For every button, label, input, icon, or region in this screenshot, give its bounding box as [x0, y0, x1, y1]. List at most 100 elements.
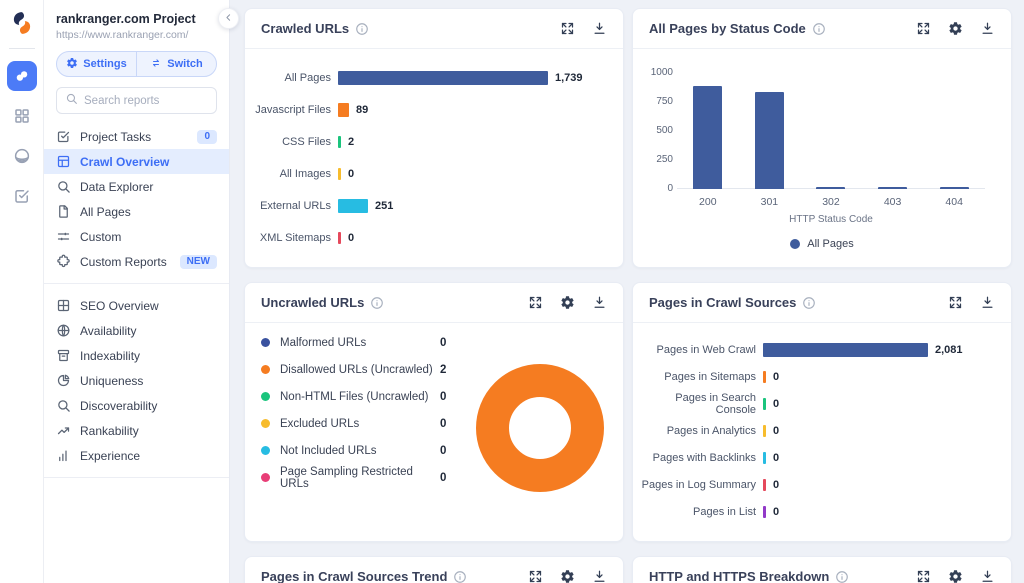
- bar-value: 0: [773, 506, 779, 518]
- bar-label: Pages with Backlinks: [633, 452, 756, 464]
- download-button[interactable]: [980, 569, 995, 583]
- column-bar: [693, 86, 722, 189]
- gear-button[interactable]: [948, 21, 963, 36]
- info-icon[interactable]: [802, 296, 816, 310]
- sidebar-item-experience[interactable]: Experience: [44, 443, 229, 468]
- sidebar-item-label: Indexability: [80, 349, 140, 363]
- legend-value: 0: [440, 337, 446, 349]
- legend-all-pages[interactable]: All Pages: [649, 238, 995, 250]
- expand-button[interactable]: [916, 569, 931, 583]
- bar-row: All Images0: [245, 158, 623, 190]
- sidebar-item-label: Custom: [80, 230, 121, 244]
- expand-button[interactable]: [560, 21, 575, 36]
- download-icon: [980, 21, 995, 36]
- sidebar-item-discoverability[interactable]: Discoverability: [44, 393, 229, 418]
- search-reports-box: [56, 87, 217, 114]
- download-icon: [980, 295, 995, 310]
- sidebar-item-all-pages[interactable]: All Pages: [44, 199, 229, 224]
- rail-item-web[interactable]: [7, 141, 37, 171]
- expand-button[interactable]: [948, 295, 963, 310]
- rail-divider: [9, 48, 35, 49]
- expand-icon: [560, 21, 575, 36]
- y-axis-tick: 500: [645, 125, 673, 136]
- rankranger-logo-icon[interactable]: [9, 10, 35, 36]
- rail-item-dashboards[interactable]: [7, 101, 37, 131]
- app-root: rankranger.com Project https://www.rankr…: [0, 0, 1024, 583]
- expand-button[interactable]: [528, 295, 543, 310]
- sidebar-item-seo-overview[interactable]: SEO Overview: [44, 293, 229, 318]
- sidebar-item-custom-reports[interactable]: Custom ReportsNEW: [44, 249, 229, 274]
- gear-button[interactable]: [560, 569, 575, 583]
- sidebar-item-indexability[interactable]: Indexability: [44, 343, 229, 368]
- card-title: Crawled URLs: [261, 21, 349, 36]
- icon-rail: [0, 0, 44, 583]
- expand-button[interactable]: [916, 21, 931, 36]
- card-title: HTTP and HTTPS Breakdown: [649, 569, 829, 583]
- bar-value: 0: [773, 452, 779, 464]
- bar-row: Pages in Sitemaps0: [633, 363, 1011, 390]
- download-button[interactable]: [592, 295, 607, 310]
- gear-button[interactable]: [948, 569, 963, 583]
- legend-value: 0: [440, 391, 446, 403]
- bar: [763, 398, 766, 410]
- web-globe-icon: [13, 147, 31, 165]
- legend-value: 2: [440, 364, 446, 376]
- download-icon: [592, 295, 607, 310]
- switch-button[interactable]: Switch: [136, 52, 216, 76]
- search-input[interactable]: [84, 95, 208, 107]
- gear-button[interactable]: [560, 295, 575, 310]
- info-icon[interactable]: [370, 296, 384, 310]
- legend-row[interactable]: Disallowed URLs (Uncrawled)2: [261, 356, 446, 383]
- bar-value: 1,739: [555, 72, 583, 84]
- sidebar-item-uniqueness[interactable]: Uniqueness: [44, 368, 229, 393]
- status-code-chart: 10007505002500200301302403404HTTP Status…: [633, 49, 1011, 250]
- sidebar-item-data-explorer[interactable]: Data Explorer: [44, 174, 229, 199]
- info-icon[interactable]: [453, 570, 467, 583]
- legend-value: 0: [440, 445, 446, 457]
- bar-value: 2: [348, 136, 354, 148]
- x-axis-labels: 200301302403404: [677, 196, 985, 208]
- settings-button[interactable]: Settings: [57, 52, 136, 76]
- collapse-sidebar-button[interactable]: [218, 8, 239, 29]
- sidebar-item-rankability[interactable]: Rankability: [44, 418, 229, 443]
- chevron-left-icon: [223, 11, 234, 26]
- sidebar-item-project-tasks[interactable]: Project Tasks0: [44, 124, 229, 149]
- project-actions: Settings Switch: [56, 51, 217, 77]
- switch-label: Switch: [167, 58, 202, 70]
- sidebar: rankranger.com Project https://www.rankr…: [44, 0, 230, 583]
- gear-icon: [560, 295, 575, 310]
- legend-dot: [261, 419, 270, 428]
- legend-label: Non-HTML Files (Uncrawled): [280, 391, 440, 403]
- download-button[interactable]: [592, 21, 607, 36]
- dashboard-main: Crawled URLs All Pages1,739Javascript Fi…: [230, 0, 1024, 583]
- legend-label: Malformed URLs: [280, 337, 440, 349]
- download-button[interactable]: [592, 569, 607, 583]
- bar-row: Pages in Analytics0: [633, 417, 1011, 444]
- info-icon[interactable]: [835, 570, 849, 583]
- expand-icon: [528, 569, 543, 583]
- x-axis-tick: 301: [739, 196, 801, 208]
- expand-button[interactable]: [528, 569, 543, 583]
- bar-label: Pages in List: [633, 506, 756, 518]
- download-icon: [592, 569, 607, 583]
- sliders-icon: [56, 229, 71, 244]
- legend-row[interactable]: Excluded URLs0: [261, 410, 446, 437]
- legend-row[interactable]: Malformed URLs0: [261, 329, 446, 356]
- expand-icon: [916, 21, 931, 36]
- info-icon[interactable]: [812, 22, 826, 36]
- sidebar-item-custom[interactable]: Custom: [44, 224, 229, 249]
- info-icon[interactable]: [355, 22, 369, 36]
- legend-row[interactable]: Page Sampling Restricted URLs0: [261, 464, 446, 491]
- legend-row[interactable]: Not Included URLs0: [261, 437, 446, 464]
- bar-label: All Pages: [245, 72, 331, 84]
- bar-row: Pages in Log Summary0: [633, 471, 1011, 498]
- legend-row[interactable]: Non-HTML Files (Uncrawled)0: [261, 383, 446, 410]
- rail-item-site-audit[interactable]: [7, 61, 37, 91]
- download-button[interactable]: [980, 21, 995, 36]
- sidebar-item-availability[interactable]: Availability: [44, 318, 229, 343]
- sidebar-item-crawl-overview[interactable]: Crawl Overview: [44, 149, 229, 174]
- x-axis-tick: 302: [800, 196, 862, 208]
- download-button[interactable]: [980, 295, 995, 310]
- bar: [763, 452, 766, 464]
- rail-item-tasks[interactable]: [7, 181, 37, 211]
